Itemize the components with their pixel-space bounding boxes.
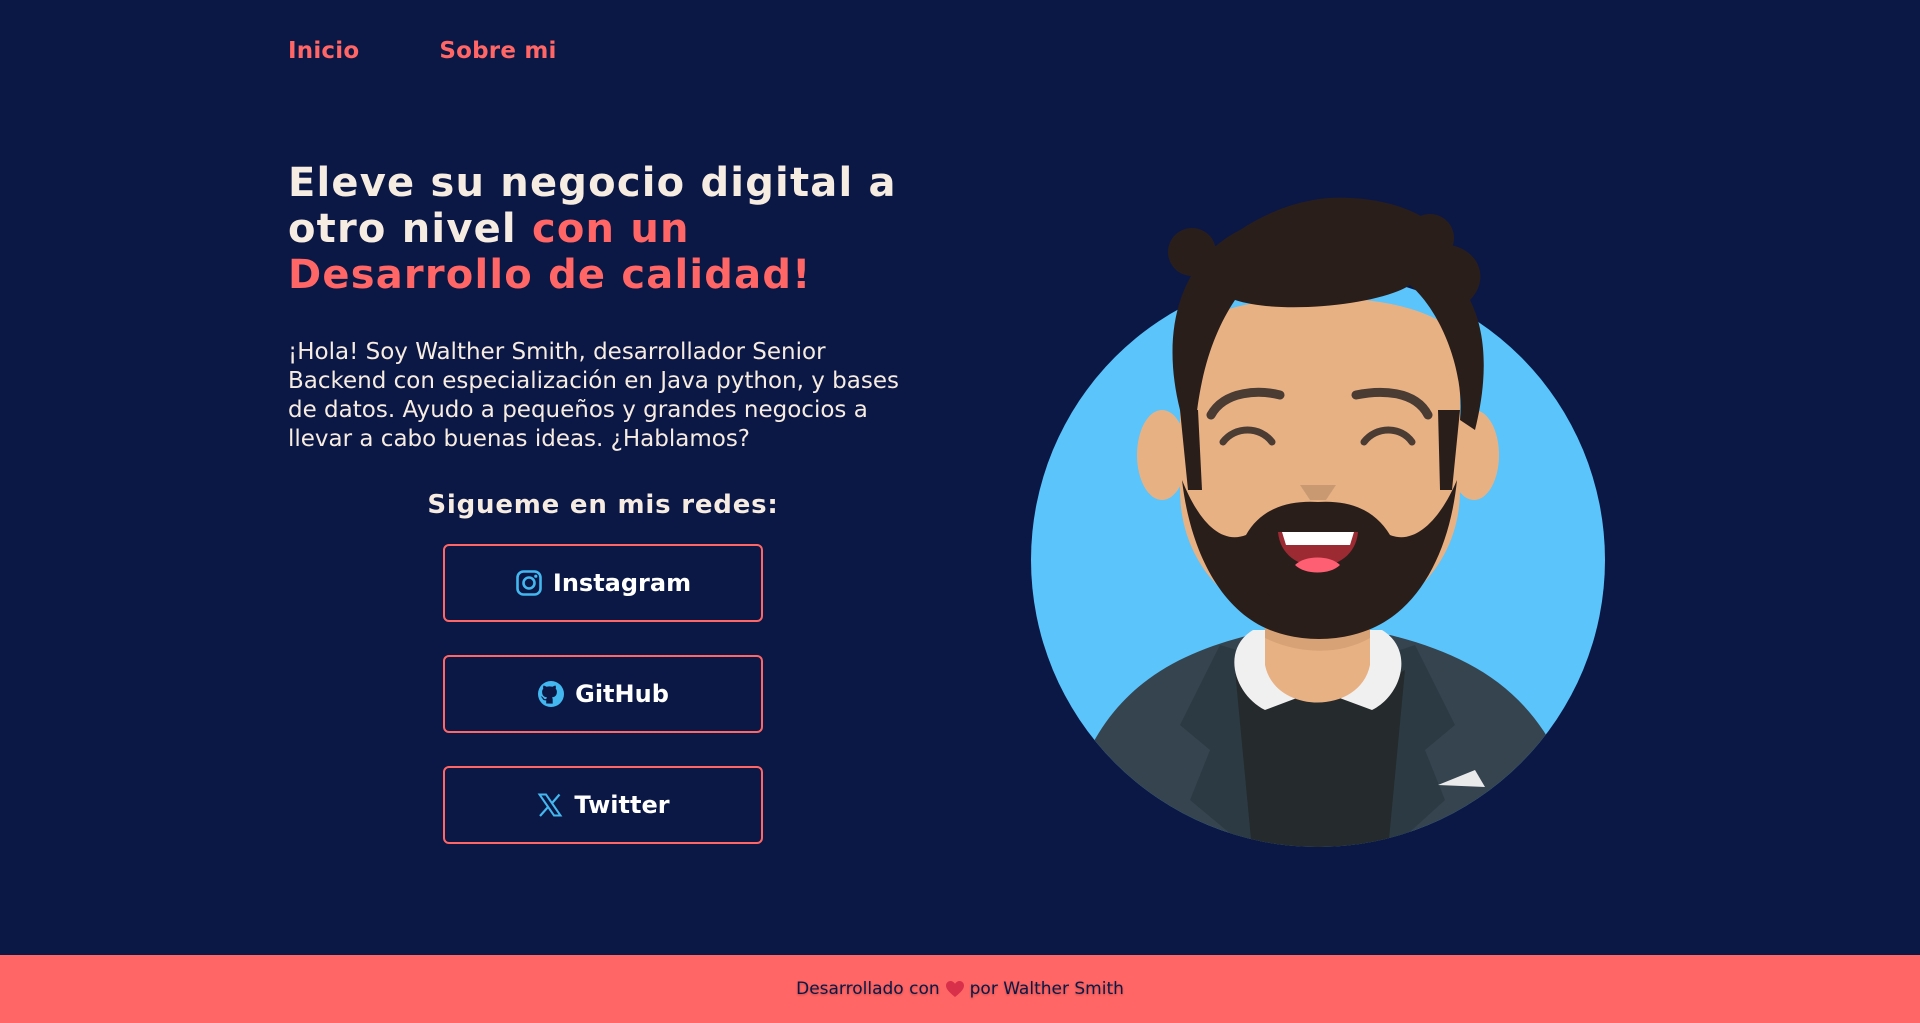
nav-link-sobre-mi[interactable]: Sobre mi [439, 38, 556, 64]
github-label: GitHub [575, 680, 669, 708]
hero-section: Eleve su negocio digital a otro nivel co… [288, 160, 928, 844]
heart-icon [945, 980, 965, 998]
instagram-label: Instagram [552, 569, 692, 597]
nav-link-inicio[interactable]: Inicio [288, 38, 359, 64]
github-icon [537, 680, 565, 708]
footer-suffix: por Walther Smith [969, 979, 1124, 999]
x-twitter-icon [536, 791, 564, 819]
page: Inicio Sobre mi Eleve su negocio digital… [0, 0, 1920, 1023]
hero-headline: Eleve su negocio digital a otro nivel co… [288, 160, 928, 298]
instagram-button[interactable]: Instagram [443, 544, 763, 622]
footer-prefix: Desarrollado con [796, 979, 940, 999]
social-links: Instagram GitHub Twitter [288, 544, 918, 844]
footer: Desarrollado con por Walther Smith [0, 955, 1920, 1023]
avatar-illustration [1020, 190, 1640, 850]
instagram-icon [515, 569, 543, 597]
social-title: Sigueme en mis redes: [427, 490, 779, 520]
twitter-button[interactable]: Twitter [443, 766, 763, 844]
github-button[interactable]: GitHub [443, 655, 763, 733]
top-nav: Inicio Sobre mi [288, 38, 557, 64]
intro-paragraph: ¡Hola! Soy Walther Smith, desarrollador … [288, 339, 899, 452]
twitter-label: Twitter [574, 791, 670, 819]
